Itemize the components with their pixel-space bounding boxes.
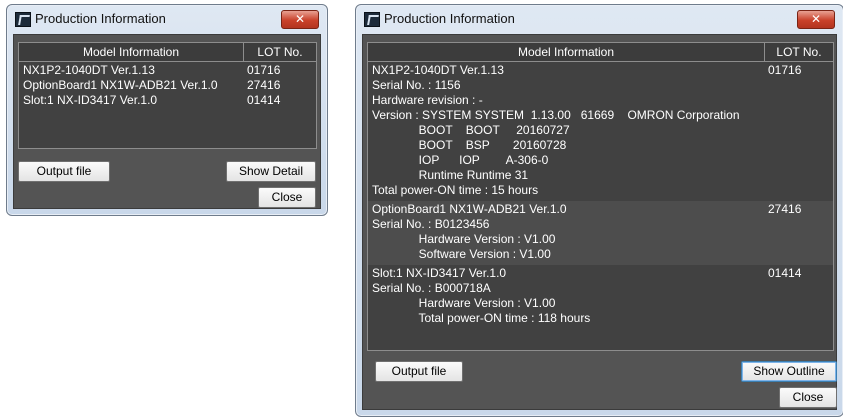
table-row[interactable]: OptionBoard1 NX1W-ADB21 Ver.1.0 Serial No… xyxy=(368,201,833,265)
table-header: Model Information LOT No. xyxy=(19,43,316,62)
detail-line: Total power-ON time : 15 hours xyxy=(372,183,539,197)
window-client: Model Information LOT No. NX1P2-1040DT V… xyxy=(13,34,321,209)
window-title: Production Information xyxy=(35,11,166,26)
table-header: Model Information LOT No. xyxy=(368,43,833,62)
app-icon xyxy=(15,12,31,27)
column-model-information[interactable]: Model Information xyxy=(19,43,244,61)
lot-cell: 01414 xyxy=(768,266,802,280)
model-details: OptionBoard1 NX1W-ADB21 Ver.1.0 Serial No… xyxy=(372,202,567,262)
model-details: Slot:1 NX-ID3417 Ver.1.0 Serial No. : B00… xyxy=(372,266,590,326)
production-info-window-outline: Production Information ✕ Model Informati… xyxy=(6,4,328,216)
detail-line: Hardware revision : - xyxy=(372,93,483,107)
detail-line: Serial No. : B0123456 xyxy=(372,217,490,231)
lot-cell: 27416 xyxy=(247,78,281,92)
lot-cell: 27416 xyxy=(768,202,802,216)
close-button[interactable]: Close xyxy=(779,387,837,408)
detail-line: Version : SYSTEM SYSTEM 1.13.00 61669 OM… xyxy=(372,108,740,122)
title-bar[interactable]: Production Information ✕ xyxy=(7,5,327,33)
table-row[interactable]: NX1P2-1040DT Ver.1.13 Serial No. : 1156 Ha… xyxy=(368,62,833,201)
detail-line: Software Version : V1.00 xyxy=(372,247,551,261)
app-icon xyxy=(364,12,380,27)
detail-line: Slot:1 NX-ID3417 Ver.1.0 xyxy=(372,266,507,280)
close-button[interactable]: Close xyxy=(258,187,316,208)
model-details: NX1P2-1040DT Ver.1.13 Serial No. : 1156 Ha… xyxy=(372,63,740,198)
model-detail-table[interactable]: Model Information LOT No. NX1P2-1040DT V… xyxy=(367,42,834,351)
detail-line: Total power-ON time : 118 hours xyxy=(372,311,591,325)
column-lot-no[interactable]: LOT No. xyxy=(765,43,833,61)
table-row[interactable]: Slot:1 NX-ID3417 Ver.1.0 Serial No. : B00… xyxy=(368,265,833,329)
detail-line: IOP IOP A-306-0 xyxy=(372,153,549,167)
column-lot-no[interactable]: LOT No. xyxy=(244,43,316,61)
model-cell: OptionBoard1 NX1W-ADB21 Ver.1.0 xyxy=(23,78,218,92)
show-detail-button[interactable]: Show Detail xyxy=(226,161,316,182)
table-row[interactable]: NX1P2-1040DT Ver.1.13 01716 xyxy=(19,62,316,77)
window-title: Production Information xyxy=(384,11,515,26)
table-row[interactable]: Slot:1 NX-ID3417 Ver.1.0 01414 xyxy=(19,92,316,107)
detail-line: OptionBoard1 NX1W-ADB21 Ver.1.0 xyxy=(372,202,567,216)
lot-cell: 01716 xyxy=(247,63,281,77)
table-row[interactable]: OptionBoard1 NX1W-ADB21 Ver.1.0 27416 xyxy=(19,77,316,92)
title-bar[interactable]: Production Information ✕ xyxy=(356,5,843,33)
close-window-button[interactable]: ✕ xyxy=(797,10,835,29)
column-model-information[interactable]: Model Information xyxy=(368,43,765,61)
output-file-button[interactable]: Output file xyxy=(375,361,463,382)
detail-line: Serial No. : B000718A xyxy=(372,281,491,295)
close-window-button[interactable]: ✕ xyxy=(281,10,319,29)
model-list-table[interactable]: Model Information LOT No. NX1P2-1040DT V… xyxy=(18,42,317,149)
detail-line: NX1P2-1040DT Ver.1.13 xyxy=(372,63,504,77)
detail-line: Serial No. : 1156 xyxy=(372,78,461,92)
detail-line: Hardware Version : V1.00 xyxy=(372,232,556,246)
production-info-window-detail: Production Information ✕ Model Informati… xyxy=(355,4,843,417)
lot-cell: 01414 xyxy=(247,93,281,107)
detail-line: BOOT BSP 20160728 xyxy=(372,138,567,152)
show-outline-button[interactable]: Show Outline xyxy=(741,361,837,382)
model-cell: Slot:1 NX-ID3417 Ver.1.0 xyxy=(23,93,158,107)
lot-cell: 01716 xyxy=(768,63,802,77)
detail-line: Hardware Version : V1.00 xyxy=(372,296,556,310)
window-client: Model Information LOT No. NX1P2-1040DT V… xyxy=(362,34,837,410)
model-cell: NX1P2-1040DT Ver.1.13 xyxy=(23,63,155,77)
detail-line: BOOT BOOT 20160727 xyxy=(372,123,570,137)
output-file-button[interactable]: Output file xyxy=(18,161,110,182)
detail-line: Runtime Runtime 31 xyxy=(372,168,529,182)
